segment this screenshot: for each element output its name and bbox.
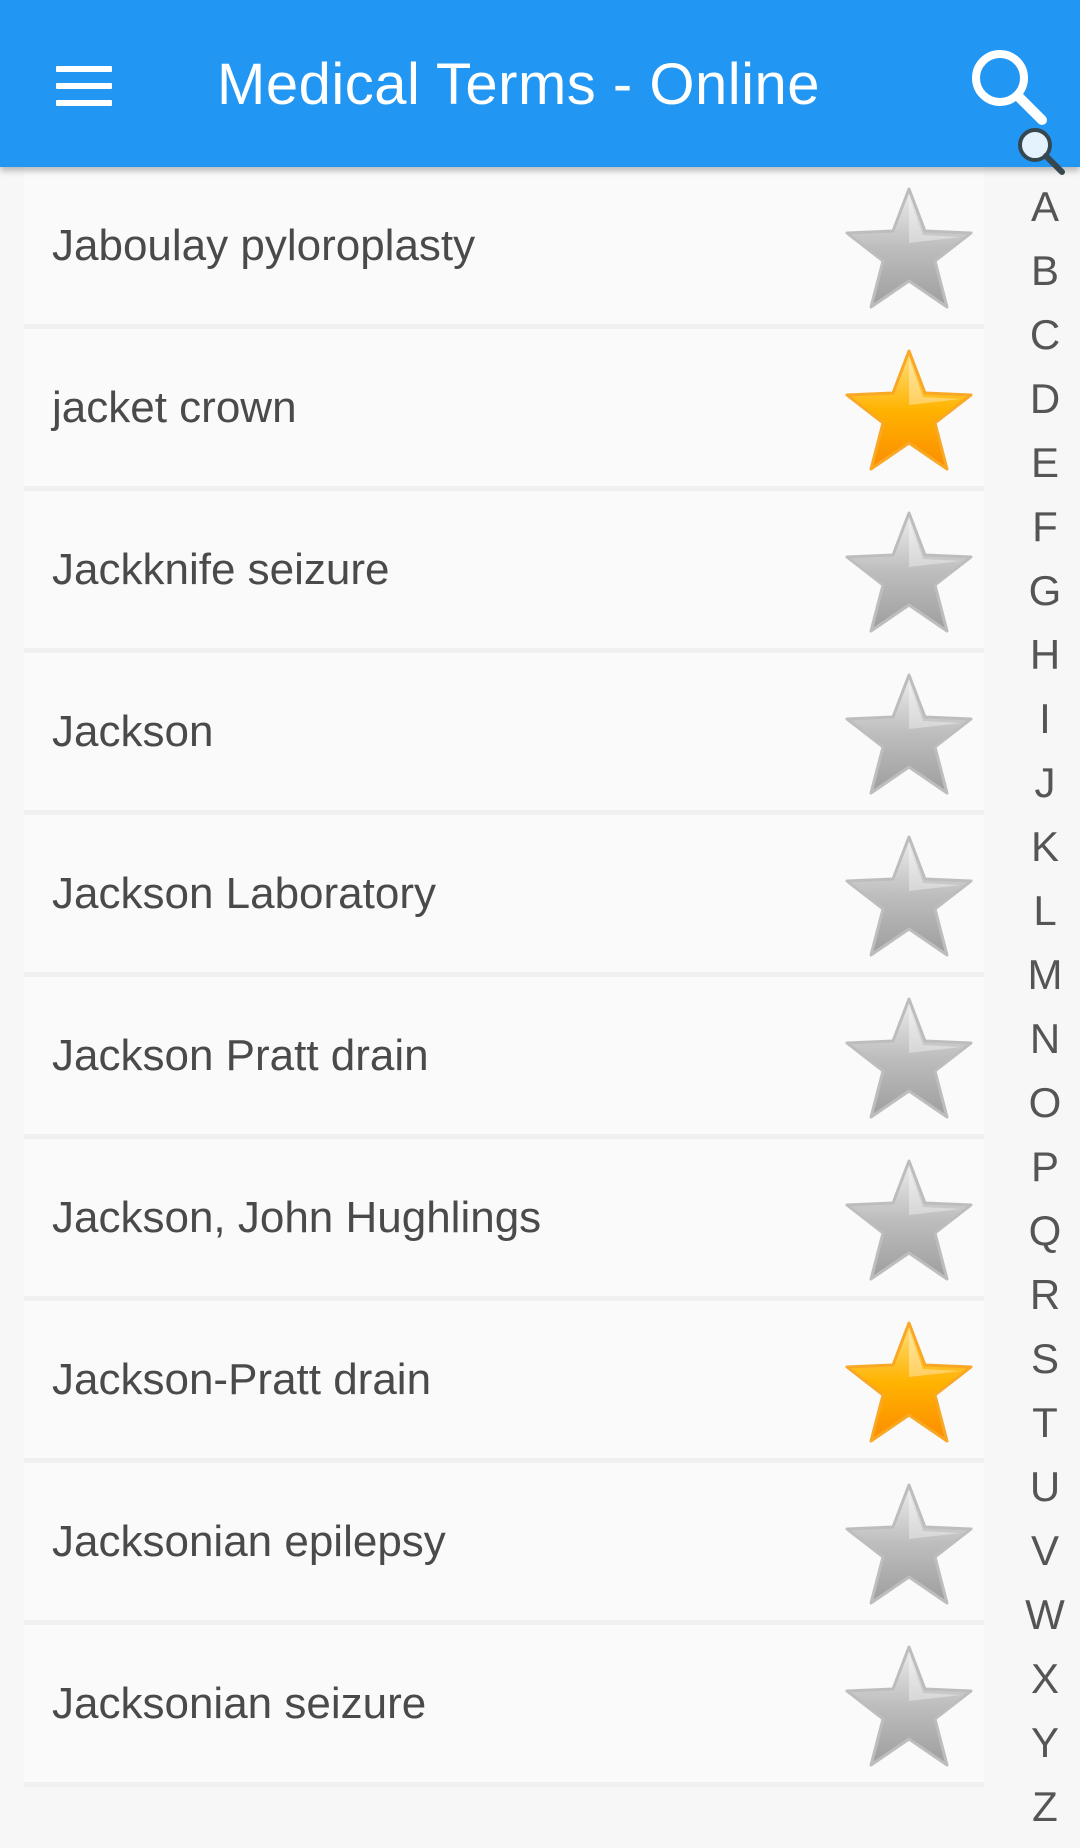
index-letter-x[interactable]: X <box>1010 1647 1080 1711</box>
index-letter-w[interactable]: W <box>1010 1583 1080 1647</box>
index-letter-s[interactable]: S <box>1010 1327 1080 1391</box>
index-letter-l[interactable]: L <box>1010 879 1080 943</box>
list-item[interactable]: Jacksonian seizure <box>24 1625 984 1787</box>
list-item[interactable]: Jackson Laboratory <box>24 815 984 977</box>
star-icon[interactable] <box>839 993 979 1127</box>
index-letter-p[interactable]: P <box>1010 1135 1080 1199</box>
list-item[interactable]: Jaboulay pyloroplasty <box>24 167 984 329</box>
index-letter-i[interactable]: I <box>1010 687 1080 751</box>
term-label: Jackson-Pratt drain <box>52 1354 432 1404</box>
list-item[interactable]: Jackson, John Hughlings <box>24 1139 984 1301</box>
term-label: Jackson Laboratory <box>52 868 436 918</box>
star-icon[interactable] <box>839 1155 979 1289</box>
list-item[interactable]: Jackknife seizure <box>24 491 984 653</box>
term-label: Jacksonian seizure <box>52 1678 427 1728</box>
index-letter-c[interactable]: C <box>1010 303 1080 367</box>
index-letter-b[interactable]: B <box>1010 239 1080 303</box>
index-letter-g[interactable]: G <box>1010 559 1080 623</box>
list-item[interactable]: Jackson <box>24 653 984 815</box>
app-bar: Medical Terms - Online <box>0 0 1080 167</box>
index-letter-y[interactable]: Y <box>1010 1711 1080 1775</box>
index-letter-d[interactable]: D <box>1010 367 1080 431</box>
list-item[interactable]: Jacksonian epilepsy <box>24 1463 984 1625</box>
index-letter-t[interactable]: T <box>1010 1391 1080 1455</box>
star-icon[interactable] <box>839 831 979 965</box>
list-item[interactable]: Jackson-Pratt drain <box>24 1301 984 1463</box>
list-item[interactable]: jacket crown <box>24 329 984 491</box>
index-letter-q[interactable]: Q <box>1010 1199 1080 1263</box>
index-letter-o[interactable]: O <box>1010 1071 1080 1135</box>
index-letter-u[interactable]: U <box>1010 1455 1080 1519</box>
hamburger-menu-icon[interactable] <box>40 42 128 130</box>
term-label: jacket crown <box>52 382 297 432</box>
star-icon[interactable] <box>839 1479 979 1613</box>
favorite-star-icon[interactable] <box>839 345 979 479</box>
index-letter-v[interactable]: V <box>1010 1519 1080 1583</box>
term-label: Jackson, John Hughlings <box>52 1192 542 1242</box>
term-label: Jaboulay pyloroplasty <box>52 220 476 270</box>
index-letter-k[interactable]: K <box>1010 815 1080 879</box>
term-label: Jackson <box>52 706 214 756</box>
term-label: Jackson Pratt drain <box>52 1030 429 1080</box>
favorite-star-icon[interactable] <box>839 1317 979 1451</box>
star-icon[interactable] <box>839 669 979 803</box>
index-letter-r[interactable]: R <box>1010 1263 1080 1327</box>
star-icon[interactable] <box>839 183 979 317</box>
index-letter-m[interactable]: M <box>1010 943 1080 1007</box>
index-search-icon[interactable] <box>1010 120 1070 180</box>
index-letter-j[interactable]: J <box>1010 751 1080 815</box>
alphabet-index: ABCDEFGHIJKLMNOPQRSTUVWXYZ <box>1010 175 1080 1839</box>
star-icon[interactable] <box>839 1641 979 1775</box>
index-letter-e[interactable]: E <box>1010 431 1080 495</box>
list-item[interactable]: Jackson Pratt drain <box>24 977 984 1139</box>
term-label: Jacksonian epilepsy <box>52 1516 446 1566</box>
index-letter-n[interactable]: N <box>1010 1007 1080 1071</box>
index-letter-a[interactable]: A <box>1010 175 1080 239</box>
index-letter-z[interactable]: Z <box>1010 1775 1080 1839</box>
app-title: Medical Terms - Online <box>217 52 821 117</box>
index-letter-f[interactable]: F <box>1010 495 1080 559</box>
term-label: Jackknife seizure <box>52 544 390 594</box>
star-icon[interactable] <box>839 507 979 641</box>
index-letter-h[interactable]: H <box>1010 623 1080 687</box>
